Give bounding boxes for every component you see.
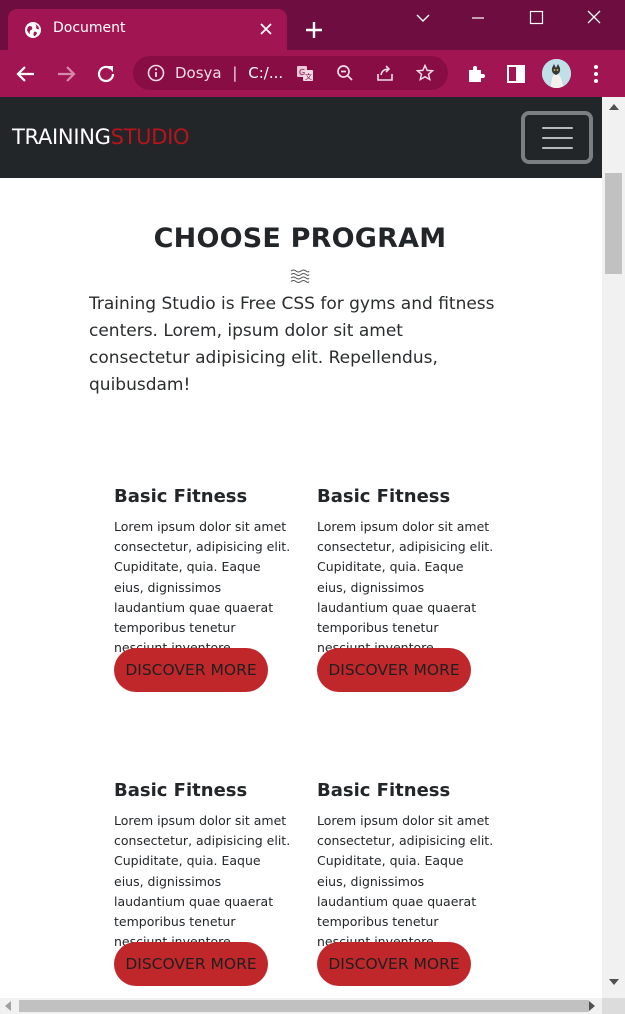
address-path: C:/... [248, 64, 284, 82]
site-header: TRAININGSTUDIO [0, 97, 602, 178]
hamburger-bar [542, 127, 573, 129]
program-card: Basic Fitness Lorem ipsum dolor sit amet… [317, 486, 495, 692]
forward-icon[interactable] [54, 62, 78, 86]
nav-toggle-button[interactable] [521, 111, 593, 164]
zoom-out-icon[interactable] [335, 63, 355, 83]
program-card: Basic Fitness Lorem ipsum dolor sit amet… [114, 780, 292, 986]
minimize-icon[interactable] [408, 8, 438, 28]
globe-icon [25, 22, 41, 38]
star-icon[interactable] [415, 63, 435, 83]
tab-title: Document [53, 20, 126, 36]
discover-more-button[interactable]: DISCOVER MORE [114, 648, 268, 692]
menu-dots-icon[interactable] [584, 62, 608, 86]
program-card: Basic Fitness Lorem ipsum dolor sit amet… [114, 486, 292, 692]
info-icon[interactable] [146, 63, 166, 83]
back-icon[interactable] [14, 62, 38, 86]
translate-icon[interactable]: G 文 [295, 63, 315, 83]
address-bar[interactable]: Dosya | C:/... G 文 [133, 56, 448, 90]
window-close-icon[interactable] [579, 8, 609, 28]
vertical-scroll-thumb[interactable] [605, 173, 622, 274]
page-viewport: TRAININGSTUDIO CHOOSE PROGRAM Training S… [0, 97, 602, 998]
browser-titlebar: Document [0, 0, 625, 50]
program-description: Lorem ipsum dolor sit amet consectetur, … [114, 519, 291, 655]
scroll-up-arrow-icon[interactable] [609, 104, 619, 110]
scrollbar-corner [602, 998, 625, 1014]
minimize-window-icon[interactable] [463, 8, 493, 28]
program-title: Basic Fitness [114, 780, 248, 801]
program-title: Basic Fitness [317, 486, 451, 507]
svg-text:文: 文 [305, 72, 312, 81]
address-text: Dosya | C:/... [175, 64, 283, 82]
browser-toolbar: Dosya | C:/... G 文 [0, 50, 625, 97]
program-title: Basic Fitness [317, 780, 451, 801]
maximize-icon[interactable] [521, 8, 551, 28]
program-description: Lorem ipsum dolor sit amet consectetur, … [114, 813, 291, 949]
profile-avatar[interactable] [542, 59, 571, 88]
avatar-image [542, 59, 571, 88]
extensions-icon[interactable] [464, 62, 488, 86]
scroll-right-arrow-icon[interactable] [589, 1001, 595, 1011]
program-description: Lorem ipsum dolor sit amet consectetur, … [317, 813, 494, 949]
address-scheme: Dosya [175, 64, 222, 82]
site-logo[interactable]: TRAININGSTUDIO [12, 125, 190, 149]
reload-icon[interactable] [94, 62, 118, 86]
program-card: Basic Fitness Lorem ipsum dolor sit amet… [317, 780, 495, 986]
address-separator: | [232, 64, 238, 82]
discover-more-button[interactable]: DISCOVER MORE [114, 942, 268, 986]
waves-divider-icon [290, 269, 310, 283]
browser-tab[interactable]: Document [8, 9, 287, 50]
logo-part-training: TRAINING [12, 125, 111, 149]
logo-part-studio: STUDIO [110, 125, 190, 149]
section-intro: Training Studio is Free CSS for gyms and… [89, 294, 495, 395]
section-title: CHOOSE PROGRAM [153, 223, 447, 254]
hamburger-bar [542, 147, 573, 149]
share-icon[interactable] [375, 63, 395, 83]
discover-more-button[interactable]: DISCOVER MORE [317, 942, 471, 986]
program-description: Lorem ipsum dolor sit amet consectetur, … [317, 519, 494, 655]
horizontal-scrollbar[interactable] [0, 998, 602, 1014]
discover-more-button[interactable]: DISCOVER MORE [317, 648, 471, 692]
plus-icon[interactable] [303, 19, 325, 41]
horizontal-scroll-thumb[interactable] [19, 1000, 589, 1012]
scroll-left-arrow-icon[interactable] [5, 1001, 11, 1011]
hamburger-bar [542, 137, 573, 139]
program-title: Basic Fitness [114, 486, 248, 507]
sidebar-icon[interactable] [504, 62, 528, 86]
vertical-scrollbar[interactable] [602, 97, 625, 998]
scroll-down-arrow-icon[interactable] [609, 979, 619, 985]
close-icon[interactable] [259, 22, 273, 36]
